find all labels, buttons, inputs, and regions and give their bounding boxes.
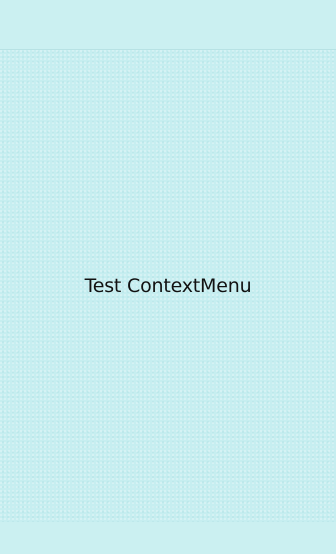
bottom-bar: [0, 522, 336, 554]
status-bar: [0, 0, 336, 49]
test-context-menu-label[interactable]: Test ContextMenu: [0, 274, 336, 298]
